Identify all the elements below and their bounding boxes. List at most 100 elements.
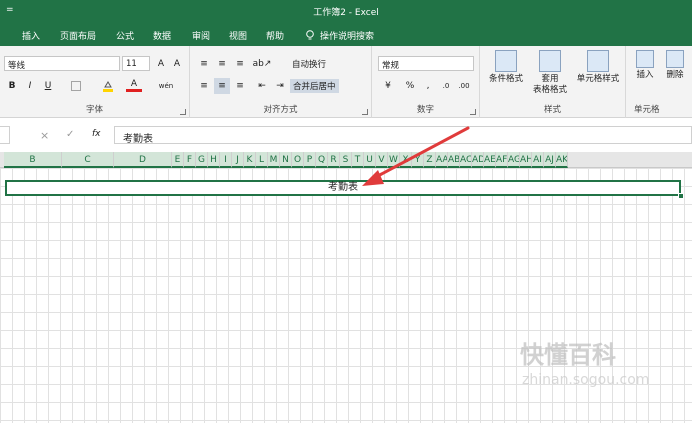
font-name-box[interactable]: 等线 (4, 56, 120, 71)
merged-cell-title[interactable]: 考勤表 (5, 180, 681, 196)
conditional-format-button[interactable]: 条件格式 (486, 50, 526, 85)
column-header[interactable]: B (4, 152, 62, 168)
column-header[interactable]: AB (448, 152, 460, 168)
column-header[interactable]: U (364, 152, 376, 168)
bottom-align-icon[interactable]: ≡ (232, 56, 248, 72)
column-header[interactable]: Y (412, 152, 424, 168)
cancel-icon[interactable]: × (40, 129, 49, 142)
tab-review[interactable]: 审阅 (192, 29, 210, 42)
tab-page-layout[interactable]: 页面布局 (60, 29, 96, 42)
top-align-icon[interactable]: ≡ (196, 56, 212, 72)
tab-view[interactable]: 视图 (229, 29, 247, 42)
column-header[interactable]: P (304, 152, 316, 168)
bold-button[interactable]: B (4, 78, 20, 94)
center-align-icon[interactable]: ≡ (214, 78, 230, 94)
column-header[interactable]: I (220, 152, 232, 168)
column-header[interactable]: AE (484, 152, 496, 168)
tab-formulas[interactable]: 公式 (116, 29, 134, 42)
column-header[interactable]: N (280, 152, 292, 168)
tab-insert[interactable]: 插入 (22, 29, 40, 42)
formula-bar: × ✓ fx 考勤表 (0, 118, 692, 152)
column-header[interactable]: G (196, 152, 208, 168)
increase-indent-icon[interactable]: ⇥ (272, 78, 288, 94)
column-header[interactable]: V (376, 152, 388, 168)
formula-input[interactable]: 考勤表 (114, 126, 692, 145)
styles-group: 条件格式 套用 表格格式 单元格样式 样式 (480, 46, 626, 118)
wrap-text-button[interactable]: 自动换行 (292, 58, 326, 70)
font-dialog-launcher[interactable] (180, 109, 186, 115)
font-group: 等线 11 A A B I U A wén 字体 (0, 46, 190, 118)
italic-button[interactable]: I (22, 78, 38, 94)
percent-button[interactable]: % (402, 78, 418, 94)
column-header[interactable]: AF (496, 152, 508, 168)
tab-data[interactable]: 数据 (153, 29, 171, 42)
conditional-format-label: 条件格式 (488, 74, 523, 84)
cell-styles-label: 单元格样式 (576, 74, 620, 84)
number-format-box[interactable]: 常规 (378, 56, 474, 71)
left-align-icon[interactable]: ≡ (196, 78, 212, 94)
table-format-icon (539, 50, 561, 72)
column-header[interactable]: AI (532, 152, 544, 168)
column-headers: B C D E F G H I J K L M N O P Q R S T U V W X Y Z AA AB AC AD AE AF AG A… (0, 152, 692, 168)
watermark-text: 快懂百科 (520, 341, 616, 369)
cell-styles-button[interactable]: 单元格样式 (574, 50, 622, 85)
column-header[interactable]: X (400, 152, 412, 168)
column-header[interactable]: E (172, 152, 184, 168)
column-header[interactable]: C (62, 152, 114, 168)
increase-decimal-icon[interactable]: .0 (438, 78, 454, 94)
decrease-decimal-icon[interactable]: .00 (456, 78, 472, 94)
alignment-dialog-launcher[interactable] (362, 109, 368, 115)
column-header[interactable]: S (340, 152, 352, 168)
column-header[interactable]: AJ (544, 152, 556, 168)
column-header[interactable]: K (244, 152, 256, 168)
column-header[interactable]: D (114, 152, 172, 168)
fill-color-icon[interactable] (100, 78, 116, 94)
comma-button[interactable]: , (420, 78, 436, 94)
number-dialog-launcher[interactable] (470, 109, 476, 115)
insert-label: 插入 (636, 70, 654, 80)
currency-icon[interactable]: ¥ (380, 78, 396, 94)
fill-handle[interactable] (678, 193, 684, 199)
tell-me-search[interactable]: 操作说明搜索 (305, 29, 374, 42)
column-header[interactable]: AH (520, 152, 532, 168)
column-header[interactable]: R (328, 152, 340, 168)
insert-cells-icon (636, 50, 654, 68)
shrink-font-icon[interactable]: A (169, 56, 185, 72)
column-header[interactable]: F (184, 152, 196, 168)
insert-button[interactable]: 插入 (632, 50, 658, 81)
column-header[interactable]: Z (424, 152, 436, 168)
grow-font-icon[interactable]: A (153, 56, 169, 72)
font-color-icon[interactable]: A (126, 78, 142, 92)
middle-align-icon[interactable]: ≡ (214, 56, 230, 72)
column-header[interactable]: L (256, 152, 268, 168)
column-header[interactable]: Q (316, 152, 328, 168)
underline-button[interactable]: U (40, 78, 56, 94)
font-size-box[interactable]: 11 (122, 56, 150, 71)
decrease-indent-icon[interactable]: ⇤ (254, 78, 270, 94)
column-header[interactable]: AD (472, 152, 484, 168)
merge-center-button[interactable]: 合并后居中 (290, 79, 339, 93)
column-header[interactable]: H (208, 152, 220, 168)
lightbulb-icon (306, 30, 314, 40)
right-align-icon[interactable]: ≡ (232, 78, 248, 94)
column-header[interactable]: J (232, 152, 244, 168)
tab-help[interactable]: 帮助 (266, 29, 284, 42)
column-header[interactable]: M (268, 152, 280, 168)
column-header[interactable]: AC (460, 152, 472, 168)
column-header[interactable]: AA (436, 152, 448, 168)
alignment-group: ≡ ≡ ≡ ab↗ ≡ ≡ ≡ ⇤ ⇥ 自动换行 合并后居中 对齐方式 (190, 46, 372, 118)
format-as-table-button[interactable]: 套用 表格格式 (528, 50, 572, 96)
column-header[interactable]: AK (556, 152, 568, 168)
column-header[interactable]: AG (508, 152, 520, 168)
insert-function-icon[interactable]: fx (92, 129, 101, 139)
column-header[interactable]: W (388, 152, 400, 168)
orientation-icon[interactable]: ab↗ (253, 56, 272, 72)
column-header[interactable]: T (352, 152, 364, 168)
column-header[interactable]: O (292, 152, 304, 168)
delete-button[interactable]: 删除 (662, 50, 688, 81)
border-icon[interactable] (68, 78, 84, 94)
confirm-icon[interactable]: ✓ (66, 129, 74, 140)
number-group-label: 数字 (416, 105, 434, 115)
phonetic-icon[interactable]: wén (158, 78, 174, 94)
name-box[interactable] (0, 126, 10, 144)
